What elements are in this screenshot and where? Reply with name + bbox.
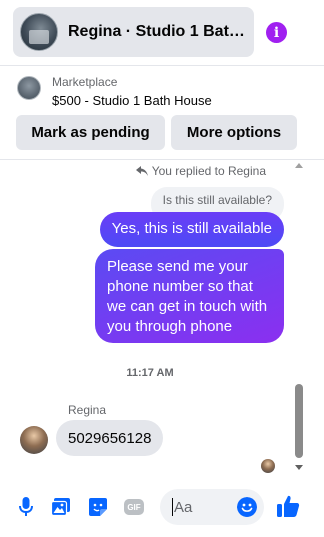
more-options-button[interactable]: More options: [171, 115, 297, 150]
sender-name: Regina: [68, 403, 107, 417]
scroll-thumb[interactable]: [295, 384, 303, 458]
message-timestamp: 11:17 AM: [126, 367, 174, 379]
text-caret: [172, 498, 173, 516]
conversation-title: Regina · Studio 1 Bath House: [68, 23, 248, 40]
conversation-title-chip[interactable]: Regina · Studio 1 Bath House: [13, 7, 254, 57]
message-thread: You replied to Regina Is this still avai…: [0, 160, 324, 480]
scroll-up-icon[interactable]: [295, 163, 303, 168]
scrollbar[interactable]: [294, 160, 304, 472]
sticker-icon[interactable]: [87, 496, 109, 518]
incoming-message[interactable]: 5029656128: [56, 420, 164, 456]
gif-label: GIF: [127, 502, 141, 512]
info-icon[interactable]: i: [266, 22, 287, 43]
replied-indicator: You replied to Regina: [135, 164, 266, 178]
outgoing-message[interactable]: Yes, this is still available: [99, 212, 284, 247]
microphone-icon[interactable]: [15, 496, 37, 518]
replied-label: You replied to Regina: [151, 164, 266, 178]
listing-thumbnail: [17, 76, 41, 100]
message-composer: GIF Aa: [0, 480, 324, 537]
emoji-icon[interactable]: [237, 497, 257, 517]
scroll-down-icon[interactable]: [295, 465, 303, 470]
seen-avatar: [261, 459, 275, 473]
reply-icon: [135, 166, 148, 176]
listing-label: Marketplace: [52, 75, 118, 89]
listing-title[interactable]: $500 - Studio 1 Bath House: [52, 93, 212, 108]
outgoing-message[interactable]: Please send me your phone number so that…: [95, 249, 284, 343]
gif-icon[interactable]: GIF: [123, 496, 145, 518]
marketplace-listing-panel: Marketplace $500 - Studio 1 Bath House M…: [0, 66, 324, 160]
mark-as-pending-button[interactable]: Mark as pending: [16, 115, 165, 150]
avatar: [20, 13, 58, 51]
message-input-placeholder: Aa: [174, 498, 193, 516]
thumbs-up-icon[interactable]: [276, 494, 300, 518]
image-icon[interactable]: [50, 496, 72, 518]
conversation-header: Regina · Studio 1 Bath House i: [0, 0, 324, 66]
avatar[interactable]: [20, 426, 48, 454]
